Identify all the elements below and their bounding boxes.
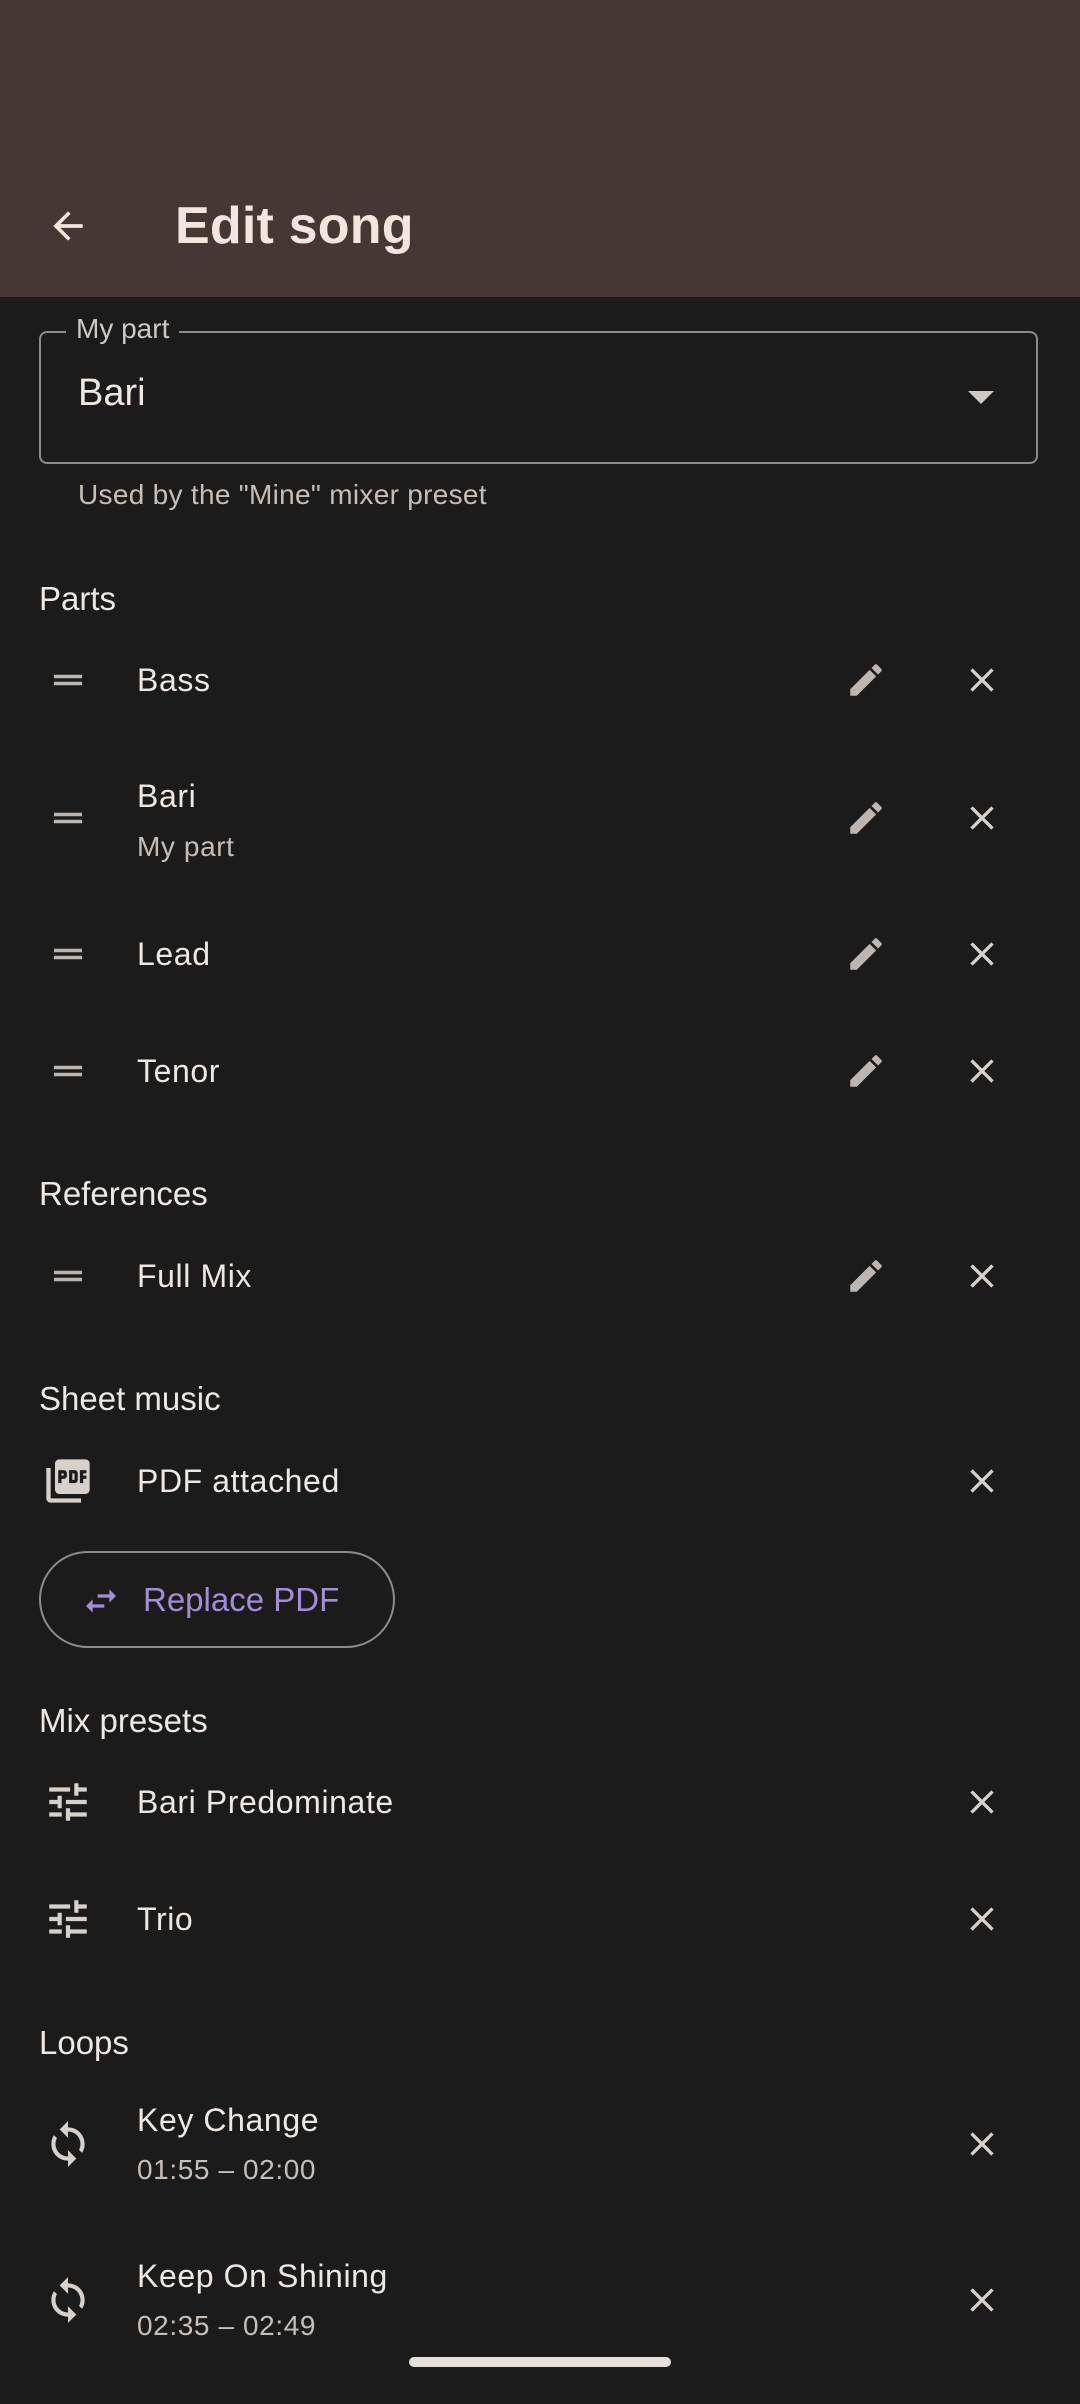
tune-icon — [38, 1772, 98, 1832]
close-icon — [970, 668, 994, 692]
loop-name: Key Change — [137, 2102, 320, 2138]
section-mix-presets-heading: Mix presets — [39, 1702, 208, 1739]
remove-mix-preset-button[interactable] — [952, 1772, 1012, 1832]
close-icon — [970, 806, 994, 830]
remove-loop-button[interactable] — [952, 2114, 1012, 2174]
pencil-icon — [850, 1055, 882, 1087]
app-bar: Edit song — [0, 0, 1080, 297]
edit-part-button[interactable] — [836, 788, 896, 848]
pdf-icon — [38, 1451, 98, 1511]
close-icon — [970, 1469, 994, 1493]
reference-row[interactable]: Full Mix — [0, 1246, 1080, 1308]
close-icon — [970, 1264, 994, 1288]
edit-part-button[interactable] — [836, 650, 896, 710]
part-name: Tenor — [137, 1053, 221, 1089]
remove-loop-button[interactable] — [952, 2270, 1012, 2330]
remove-part-button[interactable] — [952, 788, 1012, 848]
sync-icon — [38, 2270, 98, 2330]
part-name: Lead — [137, 936, 211, 972]
remove-pdf-button[interactable] — [952, 1451, 1012, 1511]
replace-pdf-label: Replace PDF — [143, 1581, 340, 1618]
drag-handle-icon[interactable] — [38, 1246, 98, 1306]
section-loops-heading: Loops — [39, 2024, 129, 2061]
sheet-music-status: PDF attached — [137, 1463, 340, 1499]
close-icon — [970, 2132, 994, 2156]
part-row[interactable]: Lead — [0, 924, 1080, 986]
part-row[interactable]: Bass — [0, 650, 1080, 712]
section-references-heading: References — [39, 1175, 208, 1212]
part-name: Bass — [137, 662, 211, 698]
drag-handle-icon[interactable] — [38, 924, 98, 984]
drag-handle-icon[interactable] — [38, 1041, 98, 1101]
part-subtitle: My part — [137, 831, 235, 862]
reference-name: Full Mix — [137, 1258, 253, 1294]
remove-reference-button[interactable] — [952, 1246, 1012, 1306]
pencil-icon — [850, 802, 882, 834]
loop-row[interactable]: Keep On Shining 02:35 – 02:49 — [0, 2258, 1080, 2341]
mix-preset-row[interactable]: Trio — [0, 1889, 1080, 1951]
pencil-icon — [850, 1260, 882, 1292]
replace-pdf-button[interactable]: Replace PDF — [39, 1551, 395, 1648]
my-part-helper-text: Used by the "Mine" mixer preset — [78, 479, 487, 510]
loop-name: Keep On Shining — [137, 2258, 388, 2294]
section-parts-heading: Parts — [39, 580, 117, 617]
tune-icon — [38, 1889, 98, 1949]
dropdown-arrow-icon[interactable] — [968, 391, 994, 404]
my-part-label: My part — [66, 313, 180, 345]
page-title: Edit song — [175, 197, 414, 255]
remove-mix-preset-button[interactable] — [952, 1889, 1012, 1949]
part-row[interactable]: Tenor — [0, 1041, 1080, 1103]
drag-handle-icon[interactable] — [38, 788, 98, 848]
remove-part-button[interactable] — [952, 924, 1012, 984]
swap-horiz-icon — [86, 1589, 116, 1613]
edit-part-button[interactable] — [836, 1041, 896, 1101]
part-row[interactable]: Bari My part — [0, 778, 1080, 862]
edit-part-button[interactable] — [836, 924, 896, 984]
sheet-music-row: PDF attached — [0, 1451, 1080, 1513]
mix-preset-name: Trio — [137, 1901, 194, 1937]
section-sheet-music-heading: Sheet music — [39, 1380, 221, 1417]
mix-preset-row[interactable]: Bari Predominate — [0, 1772, 1080, 1834]
edit-reference-button[interactable] — [836, 1246, 896, 1306]
pencil-icon — [850, 938, 882, 970]
close-icon — [970, 1059, 994, 1083]
part-name: Bari — [137, 778, 197, 814]
gesture-nav-handle[interactable] — [409, 2357, 671, 2367]
close-icon — [970, 1907, 994, 1931]
loop-row[interactable]: Key Change 01:55 – 02:00 — [0, 2102, 1080, 2185]
my-part-dropdown[interactable] — [39, 331, 1038, 464]
loop-range: 01:55 – 02:00 — [137, 2154, 317, 2185]
my-part-value: Bari — [78, 372, 146, 414]
mix-preset-name: Bari Predominate — [137, 1784, 394, 1820]
close-icon — [970, 2288, 994, 2312]
close-icon — [970, 942, 994, 966]
arrow-back-icon — [53, 211, 83, 241]
remove-part-button[interactable] — [952, 650, 1012, 710]
sync-icon — [38, 2114, 98, 2174]
drag-handle-icon[interactable] — [38, 650, 98, 710]
loop-range: 02:35 – 02:49 — [137, 2310, 317, 2341]
remove-part-button[interactable] — [952, 1041, 1012, 1101]
close-icon — [970, 1790, 994, 1814]
pencil-icon — [850, 664, 882, 696]
back-button[interactable] — [28, 186, 108, 266]
